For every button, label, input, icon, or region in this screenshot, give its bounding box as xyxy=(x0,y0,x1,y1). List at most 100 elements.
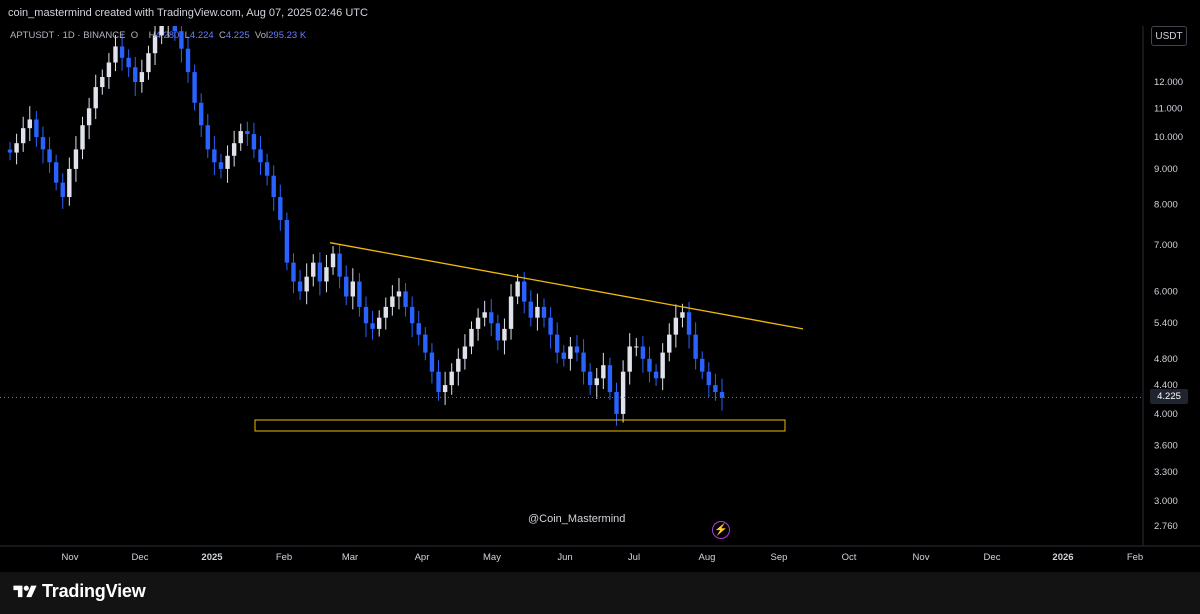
chart-area[interactable]: 12.000 11.000 10.000 9.000 8.000 7.000 6.000 5.… xyxy=(0,1,1200,572)
candle-body xyxy=(251,134,257,150)
price-tick-label: 11.000 xyxy=(1154,103,1182,114)
descending-trendline xyxy=(329,242,804,330)
candle-body xyxy=(304,276,309,292)
candle-body xyxy=(403,291,408,307)
vol-value: 295.23 K xyxy=(268,30,307,41)
candle-body xyxy=(344,276,349,297)
currency-button[interactable]: USDT xyxy=(1151,26,1187,46)
candle-body xyxy=(449,371,454,386)
time-tick-label: 2025 xyxy=(201,552,223,563)
candle-body xyxy=(53,162,59,183)
candle-body xyxy=(574,346,580,353)
candle-body xyxy=(370,323,375,329)
candle-body xyxy=(185,48,191,73)
symbol-legend: APTUSDT · 1D · BINANCE O H4.280 L4.224 C… xyxy=(10,30,306,41)
candle-body xyxy=(225,155,230,169)
candle-body xyxy=(126,57,131,68)
candle-body xyxy=(469,328,474,347)
candle-body xyxy=(693,334,698,359)
candle-body xyxy=(100,77,105,88)
candle-body xyxy=(284,219,290,263)
candle-body xyxy=(278,197,283,220)
candle-body xyxy=(264,162,270,176)
price-chart[interactable]: 12.000 11.000 10.000 9.000 8.000 7.000 6.000 5.… xyxy=(0,1,1200,572)
time-tick-label: Dec xyxy=(984,552,1001,563)
candle-body xyxy=(119,46,125,58)
price-tick-label: 12.000 xyxy=(1154,77,1183,88)
candle-body xyxy=(706,371,712,386)
price-tick-label: 4.800 xyxy=(1154,354,1178,365)
candle-body xyxy=(245,131,250,135)
time-tick-label: Nov xyxy=(913,552,930,563)
price-tick-label: 7.000 xyxy=(1154,240,1178,251)
price-tick-label: 3.300 xyxy=(1154,467,1178,478)
footer-bar: TradingView xyxy=(0,572,1200,614)
candle-body xyxy=(647,358,652,372)
candle-body xyxy=(27,119,32,129)
candle-body xyxy=(80,125,85,150)
candle-body xyxy=(330,253,336,268)
candle-body xyxy=(7,149,13,153)
vol-label: Vol xyxy=(254,30,269,41)
candle-body xyxy=(34,119,39,138)
candle-body xyxy=(218,162,224,169)
candle-body xyxy=(337,253,342,277)
candle-body xyxy=(653,371,659,379)
price-tick-label: 9.000 xyxy=(1154,164,1178,175)
candle-body xyxy=(601,365,606,379)
candle-body xyxy=(660,352,665,379)
candle-body xyxy=(462,346,468,359)
time-tick-label: Oct xyxy=(842,552,857,563)
candle-body xyxy=(271,175,276,198)
candle-body xyxy=(317,262,323,282)
candle-body xyxy=(350,281,356,297)
flash-icon[interactable]: ⚡ xyxy=(712,521,730,539)
time-tick-label: Feb xyxy=(1127,552,1143,563)
high-label: H xyxy=(148,30,156,41)
candle-body xyxy=(508,296,514,329)
price-tick-label: 4.000 xyxy=(1154,409,1178,420)
candle-body xyxy=(113,46,118,63)
candle-body xyxy=(60,182,65,198)
high-value: 4.280 xyxy=(155,30,180,41)
candle-body xyxy=(198,102,204,126)
time-tick-label: Feb xyxy=(276,552,292,563)
candle-body xyxy=(192,72,197,103)
candle-body xyxy=(14,143,19,153)
candle-body xyxy=(47,149,52,163)
candle-body xyxy=(106,62,112,78)
candle-body xyxy=(20,128,26,144)
symbol-label: APTUSDT · 1D · BINANCE xyxy=(10,30,126,41)
candle-body xyxy=(40,137,46,150)
candle-body xyxy=(390,296,395,307)
time-tick-label: 2026 xyxy=(1052,552,1073,563)
candle-body xyxy=(73,149,79,169)
time-tick-label: May xyxy=(483,552,501,563)
candle-body xyxy=(258,149,263,163)
tradingview-logo[interactable]: TradingView xyxy=(12,581,146,602)
candle-body xyxy=(67,168,72,198)
candle-body xyxy=(133,67,138,82)
candle-body xyxy=(363,306,369,324)
tradingview-logo-icon xyxy=(13,585,37,597)
candle-body xyxy=(212,149,217,163)
candle-body xyxy=(429,352,435,372)
candle-body xyxy=(700,358,705,372)
candle-body xyxy=(231,143,237,156)
candle-body xyxy=(581,352,586,372)
candle-body xyxy=(291,262,296,282)
candle-body xyxy=(489,312,494,324)
time-tick-label: Mar xyxy=(342,552,358,563)
candle-body xyxy=(86,108,92,126)
candle-body xyxy=(522,281,527,302)
price-tick-label: 5.400 xyxy=(1154,318,1178,329)
candle-body xyxy=(515,281,520,297)
candle-body xyxy=(614,392,619,414)
candle-body xyxy=(482,312,487,318)
candle-body xyxy=(528,301,534,318)
candle-body xyxy=(442,385,448,393)
candle-body xyxy=(673,317,679,335)
time-tick-label: Jun xyxy=(557,552,572,563)
candle-body xyxy=(238,131,243,144)
price-tick-label: 3.000 xyxy=(1154,496,1178,507)
